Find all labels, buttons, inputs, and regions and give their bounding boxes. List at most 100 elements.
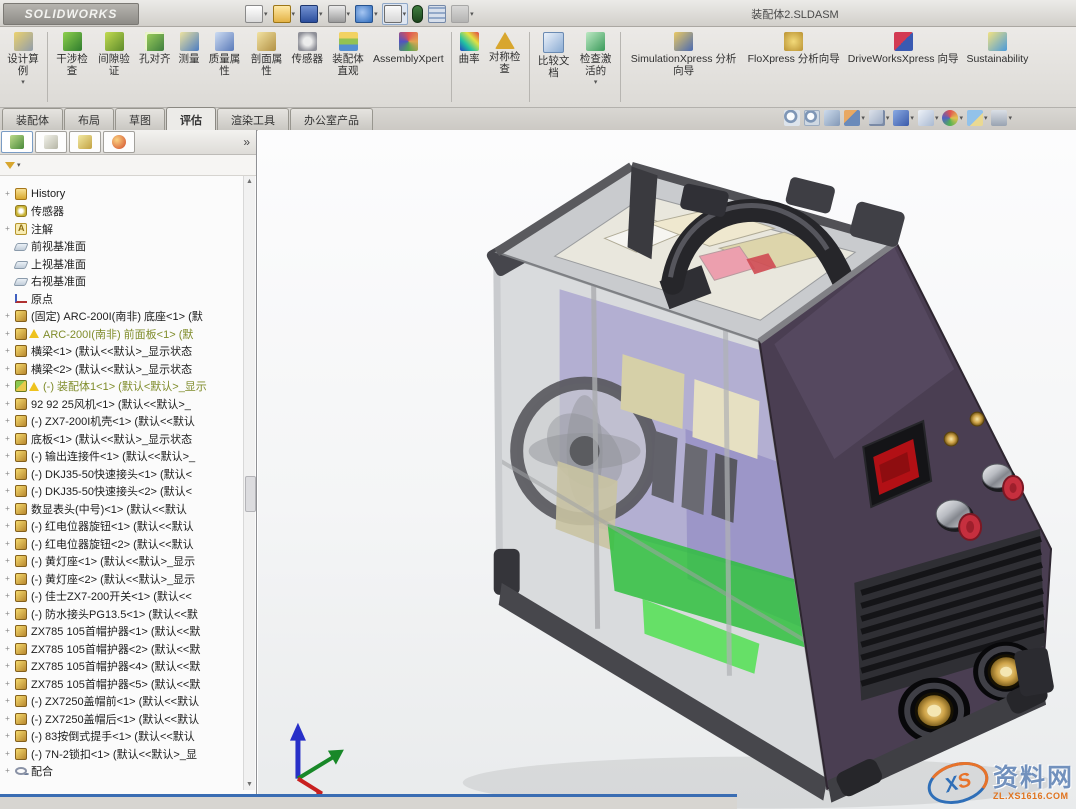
- commandmanager-tab[interactable]: 布局: [64, 108, 114, 131]
- tree-item[interactable]: + (-) DKJ35-50快速接头<2> (默认<: [0, 483, 244, 501]
- scroll-down-icon[interactable]: ▼: [244, 781, 255, 788]
- new-document-icon[interactable]: ▾: [244, 4, 269, 24]
- tree-item[interactable]: + ARC-200I(南非) 前面板<1> (默: [0, 325, 244, 343]
- ribbon-tool[interactable]: Sustainability: [962, 27, 1032, 68]
- tree-item[interactable]: + 横梁<1> (默认<<默认>_显示状态: [0, 343, 244, 361]
- tree-item[interactable]: + History: [0, 185, 244, 203]
- tree-item[interactable]: + (-) 83按倒式提手<1> (默认<<默认: [0, 728, 244, 746]
- select-icon[interactable]: ▾: [381, 3, 409, 25]
- ribbon-tool[interactable]: 间隙验证: [93, 27, 135, 79]
- tree-item[interactable]: 上视基准面: [0, 255, 244, 273]
- ribbon-tool[interactable]: [450, 32, 452, 102]
- ribbon-tool[interactable]: 质量属性: [204, 27, 246, 79]
- tree-item[interactable]: + (-) ZX7250盖帽后<1> (默认<<默认: [0, 710, 244, 728]
- ribbon-tool[interactable]: [528, 32, 530, 102]
- view-settings-icon[interactable]: ▾: [991, 110, 1012, 126]
- graphics-viewport[interactable]: [258, 130, 1076, 809]
- ribbon-tool[interactable]: 检查激活的 ▾: [575, 27, 617, 88]
- previous-view-icon[interactable]: [824, 110, 841, 126]
- commandmanager-tab[interactable]: 草图: [115, 108, 165, 131]
- part-icon: [15, 747, 27, 760]
- commandmanager-tab[interactable]: 装配体: [2, 108, 63, 131]
- ribbon-tool[interactable]: SimulationXpress 分析向导: [624, 27, 744, 79]
- ribbon-tool[interactable]: 比较文档: [533, 27, 575, 81]
- tree-item[interactable]: + 横梁<2> (默认<<默认>_显示状态: [0, 360, 244, 378]
- edit-appearance-icon[interactable]: ▾: [942, 110, 963, 126]
- ribbon-tool[interactable]: 孔对齐: [135, 27, 175, 68]
- ribbon-tool[interactable]: 曲率: [455, 27, 484, 68]
- tree-item[interactable]: + (-) 7N-2锁扣<1> (默认<<默认>_显: [0, 745, 244, 763]
- apply-scene-icon[interactable]: ▾: [966, 110, 987, 126]
- ribbon-tool[interactable]: [619, 32, 621, 102]
- ribbon-tool[interactable]: [47, 32, 48, 102]
- section-view-icon[interactable]: ▾: [844, 110, 865, 126]
- tree-item[interactable]: + (-) 输出连接件<1> (默认<<默认>_: [0, 448, 244, 466]
- commandmanager-tab[interactable]: 渲染工具: [217, 108, 289, 131]
- panel-flyout-chevron[interactable]: »: [237, 135, 256, 149]
- indicator-light[interactable]: [943, 431, 959, 447]
- tree-item[interactable]: + 注解: [0, 220, 244, 238]
- part-icon: [15, 310, 27, 323]
- view-orientation-icon[interactable]: ▾: [868, 110, 889, 126]
- tree-item[interactable]: + (-) 黄灯座<2> (默认<<默认>_显示: [0, 570, 244, 588]
- ribbon-tool[interactable]: DriveWorksXpress 向导: [844, 27, 963, 68]
- tree-item[interactable]: + 数显表头(中号)<1> (默认<<默认: [0, 500, 244, 518]
- zoom-fit-icon[interactable]: [784, 110, 801, 126]
- commandmanager-tab[interactable]: 办公室产品: [290, 108, 373, 131]
- print-icon[interactable]: ▾: [327, 4, 352, 24]
- tree-item[interactable]: + (-) 防水接头PG13.5<1> (默认<<默: [0, 605, 244, 623]
- ribbon-tool[interactable]: 对称检查: [484, 27, 526, 77]
- tree-item[interactable]: + (-) 黄灯座<1> (默认<<默认>_显示: [0, 553, 244, 571]
- tree-item[interactable]: + (-) 红电位器旋钮<1> (默认<<默认: [0, 518, 244, 536]
- commandmanager-tab[interactable]: 评估: [166, 107, 216, 130]
- tree-item[interactable]: 前视基准面: [0, 238, 244, 256]
- propertymanager-tab-icon[interactable]: [35, 131, 67, 153]
- tree-item[interactable]: + ZX785 105首帽护器<5> (默认<<默: [0, 675, 244, 693]
- ribbon-tool[interactable]: 传感器: [288, 27, 328, 68]
- tree-item[interactable]: + (-) ZX7250盖帽前<1> (默认<<默认: [0, 693, 244, 711]
- display-style-icon[interactable]: ▾: [893, 110, 914, 126]
- tree-item[interactable]: + ZX785 105首帽护器<1> (默认<<默: [0, 623, 244, 641]
- tree-item[interactable]: + 92 92 25风机<1> (默认<<默认>_: [0, 395, 244, 413]
- scrollbar-thumb[interactable]: [245, 476, 256, 512]
- configurationmanager-tab-icon[interactable]: [69, 131, 101, 153]
- ribbon-tool[interactable]: 测量: [175, 27, 204, 68]
- options-icon[interactable]: ▾: [450, 4, 475, 24]
- featuremanager-tab-icon[interactable]: [1, 131, 33, 153]
- ribbon-tool[interactable]: FloXpress 分析向导: [744, 27, 844, 68]
- tree-item[interactable]: + 配合: [0, 763, 244, 781]
- annotations-icon: [15, 222, 27, 235]
- tree-item[interactable]: + (-) DKJ35-50快速接头<1> (默认<: [0, 465, 244, 483]
- appearances-tab-icon[interactable]: [103, 131, 135, 153]
- tree-item[interactable]: + (-) 装配体1<1> (默认<默认>_显示: [0, 378, 244, 396]
- tree-item[interactable]: + ZX785 105首帽护器<2> (默认<<默: [0, 640, 244, 658]
- tree-item[interactable]: 原点: [0, 290, 244, 308]
- tree-item[interactable]: + (-) ZX7-200I机壳<1> (默认<<默认: [0, 413, 244, 431]
- tree-item[interactable]: + (固定) ARC-200I(南非) 底座<1> (默: [0, 308, 244, 326]
- origin-icon: [15, 294, 27, 304]
- tree-item[interactable]: + 底板<1> (默认<<默认>_显示状态: [0, 430, 244, 448]
- ribbon-tool[interactable]: 设计算例 ▾: [2, 27, 44, 88]
- ribbon-tool[interactable]: 装配体直观: [327, 27, 369, 79]
- save-icon[interactable]: ▾: [299, 4, 324, 24]
- hide-show-items-icon[interactable]: ▾: [917, 110, 938, 126]
- tree-item[interactable]: + ZX785 105首帽护器<4> (默认<<默: [0, 658, 244, 676]
- tree-filter-bar[interactable]: ▾: [0, 155, 256, 176]
- tree-item[interactable]: + (-) 佳士ZX7-200开关<1> (默认<<: [0, 588, 244, 606]
- tree-item[interactable]: 右视基准面: [0, 273, 244, 291]
- ribbon-tool[interactable]: AssemblyXpert: [369, 27, 448, 68]
- tree-item[interactable]: 传感器: [0, 203, 244, 221]
- part-icon: [15, 327, 27, 340]
- scroll-up-icon[interactable]: ▲: [244, 178, 255, 185]
- undo-icon[interactable]: ▾: [354, 4, 379, 24]
- file-properties-icon[interactable]: [427, 4, 447, 24]
- tree-scrollbar[interactable]: ▲ ▼: [243, 176, 256, 790]
- open-icon[interactable]: ▾: [272, 4, 297, 24]
- model-3d-welding-machine[interactable]: [258, 130, 1076, 809]
- tree-item[interactable]: + (-) 红电位器旋钮<2> (默认<<默认: [0, 535, 244, 553]
- indicator-light[interactable]: [969, 411, 985, 427]
- ribbon-tool[interactable]: 干涉检查: [51, 27, 93, 79]
- rebuild-icon[interactable]: [411, 4, 424, 24]
- ribbon-tool[interactable]: 剖面属性: [246, 27, 288, 79]
- zoom-area-icon[interactable]: [804, 110, 821, 126]
